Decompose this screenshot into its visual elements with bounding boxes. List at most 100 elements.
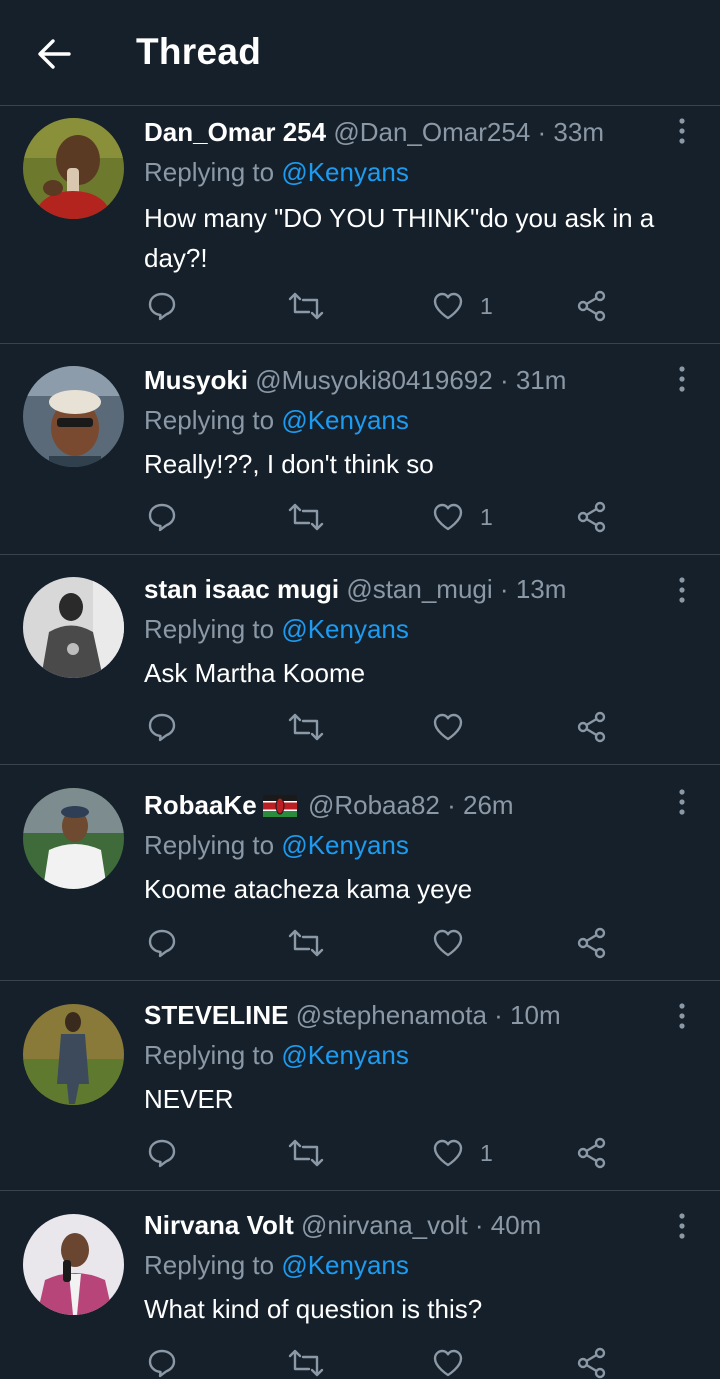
retweet-button[interactable] [288,290,324,322]
avatar[interactable] [23,577,124,678]
reply-icon [148,292,176,321]
reply-button[interactable] [146,290,178,322]
author-handle: @nirvana_volt [301,1210,468,1240]
like-button[interactable]: 1 [432,1137,493,1169]
retweet-icon [288,929,324,957]
replying-to-label: Replying to [144,1040,275,1070]
retweet-icon [288,713,324,741]
kenya-flag-icon [262,795,297,817]
author-name[interactable]: stan isaac mugi [144,574,339,604]
retweet-button[interactable] [288,927,324,959]
reply-icon [148,1349,176,1378]
reply-button[interactable] [146,927,178,959]
author-handle: @stan_mugi [346,574,493,604]
share-button[interactable] [576,1137,608,1169]
replying-to-label: Replying to [144,614,275,644]
timestamp: 33m [553,117,604,147]
author-handle: @Dan_Omar254 [333,117,531,147]
like-count: 1 [480,1140,493,1166]
retweet-button[interactable] [288,1347,324,1379]
reply-button[interactable] [146,1137,178,1169]
avatar[interactable] [23,788,124,889]
more-vertical-icon[interactable] [672,366,692,392]
tweet-header: RobaaKe @Robaa82 · 26m [144,789,514,821]
like-button[interactable] [432,927,480,959]
more-vertical-icon[interactable] [672,1003,692,1029]
retweet-icon [288,1139,324,1167]
tweet[interactable]: stan isaac mugi @stan_mugi · 13m Replyin… [0,555,720,765]
like-button[interactable] [432,1347,480,1379]
like-button[interactable]: 1 [432,290,493,322]
heart-icon [433,292,463,320]
mention-link[interactable]: @Kenyans [281,614,409,644]
avatar[interactable] [23,118,124,219]
retweet-button[interactable] [288,501,324,533]
timestamp: 31m [515,365,567,395]
tweet-text: NEVER [144,1084,234,1114]
share-button[interactable] [576,711,608,743]
tweet-text: How many "DO YOU THINK"do you ask in a d… [144,203,655,273]
like-button[interactable] [432,711,480,743]
retweet-button[interactable] [288,1137,324,1169]
mention-link[interactable]: @Kenyans [281,1250,409,1280]
author-handle: @Musyoki80419692 [255,365,493,395]
tweet-header: Dan_Omar 254 @Dan_Omar254 · 33m [144,116,604,148]
tweet[interactable]: Nirvana Volt @nirvana_volt · 40m Replyin… [0,1191,720,1379]
tweet-header: stan isaac mugi @stan_mugi · 13m [144,573,566,605]
retweet-icon [288,1349,324,1377]
replying-to-label: Replying to [144,830,275,860]
timestamp: 26m [463,790,514,820]
more-vertical-icon[interactable] [672,118,692,144]
more-vertical-icon[interactable] [672,577,692,603]
share-icon [577,1347,606,1379]
reply-icon [148,929,176,958]
share-button[interactable] [576,290,608,322]
tweet[interactable]: Dan_Omar 254 @Dan_Omar254 · 33m Replying… [0,106,720,344]
replying-to: Replying to @Kenyans [144,1249,409,1281]
tweet[interactable]: STEVELINE @stephenamota · 10m Replying t… [0,981,720,1191]
share-button[interactable] [576,501,608,533]
avatar[interactable] [23,1004,124,1105]
replying-to: Replying to @Kenyans [144,404,409,436]
replying-to: Replying to @Kenyans [144,613,409,645]
tweet-header: Musyoki @Musyoki80419692 · 31m [144,364,566,396]
mention-link[interactable]: @Kenyans [281,405,409,435]
retweet-icon [288,503,324,531]
share-icon [577,501,606,533]
tweet-header: Nirvana Volt @nirvana_volt · 40m [144,1209,541,1241]
share-button[interactable] [576,1347,608,1379]
reply-button[interactable] [146,1347,178,1379]
author-name[interactable]: RobaaKe [144,790,257,820]
mention-link[interactable]: @Kenyans [281,830,409,860]
author-name[interactable]: Nirvana Volt [144,1210,294,1240]
replying-to: Replying to @Kenyans [144,156,409,188]
author-name[interactable]: Musyoki [144,365,248,395]
author-name[interactable]: Dan_Omar 254 [144,117,326,147]
share-icon [577,290,606,322]
mention-link[interactable]: @Kenyans [281,1040,409,1070]
more-vertical-icon[interactable] [672,789,692,815]
like-button[interactable]: 1 [432,501,493,533]
tweet-text: What kind of question is this? [144,1294,483,1324]
mention-link[interactable]: @Kenyans [281,157,409,187]
tweet[interactable]: RobaaKe @Robaa82 · 26m Replying to @Keny… [0,765,720,981]
avatar[interactable] [23,1214,124,1315]
replying-to-label: Replying to [144,1250,275,1280]
reply-button[interactable] [146,711,178,743]
reply-icon [148,503,176,532]
author-name[interactable]: STEVELINE [144,1000,288,1030]
retweet-button[interactable] [288,711,324,743]
reply-button[interactable] [146,501,178,533]
back-arrow-icon[interactable] [36,36,72,72]
like-count: 1 [480,504,493,530]
like-count: 1 [480,293,493,319]
replying-to: Replying to @Kenyans [144,829,409,861]
retweet-icon [288,292,324,320]
more-vertical-icon[interactable] [672,1213,692,1239]
avatar[interactable] [23,366,124,467]
tweet-text: Koome atacheza kama yeye [144,874,473,904]
heart-icon [433,503,463,531]
separator-dot: · [474,1210,484,1240]
share-button[interactable] [576,927,608,959]
tweet[interactable]: Musyoki @Musyoki80419692 · 31m Replying … [0,344,720,555]
